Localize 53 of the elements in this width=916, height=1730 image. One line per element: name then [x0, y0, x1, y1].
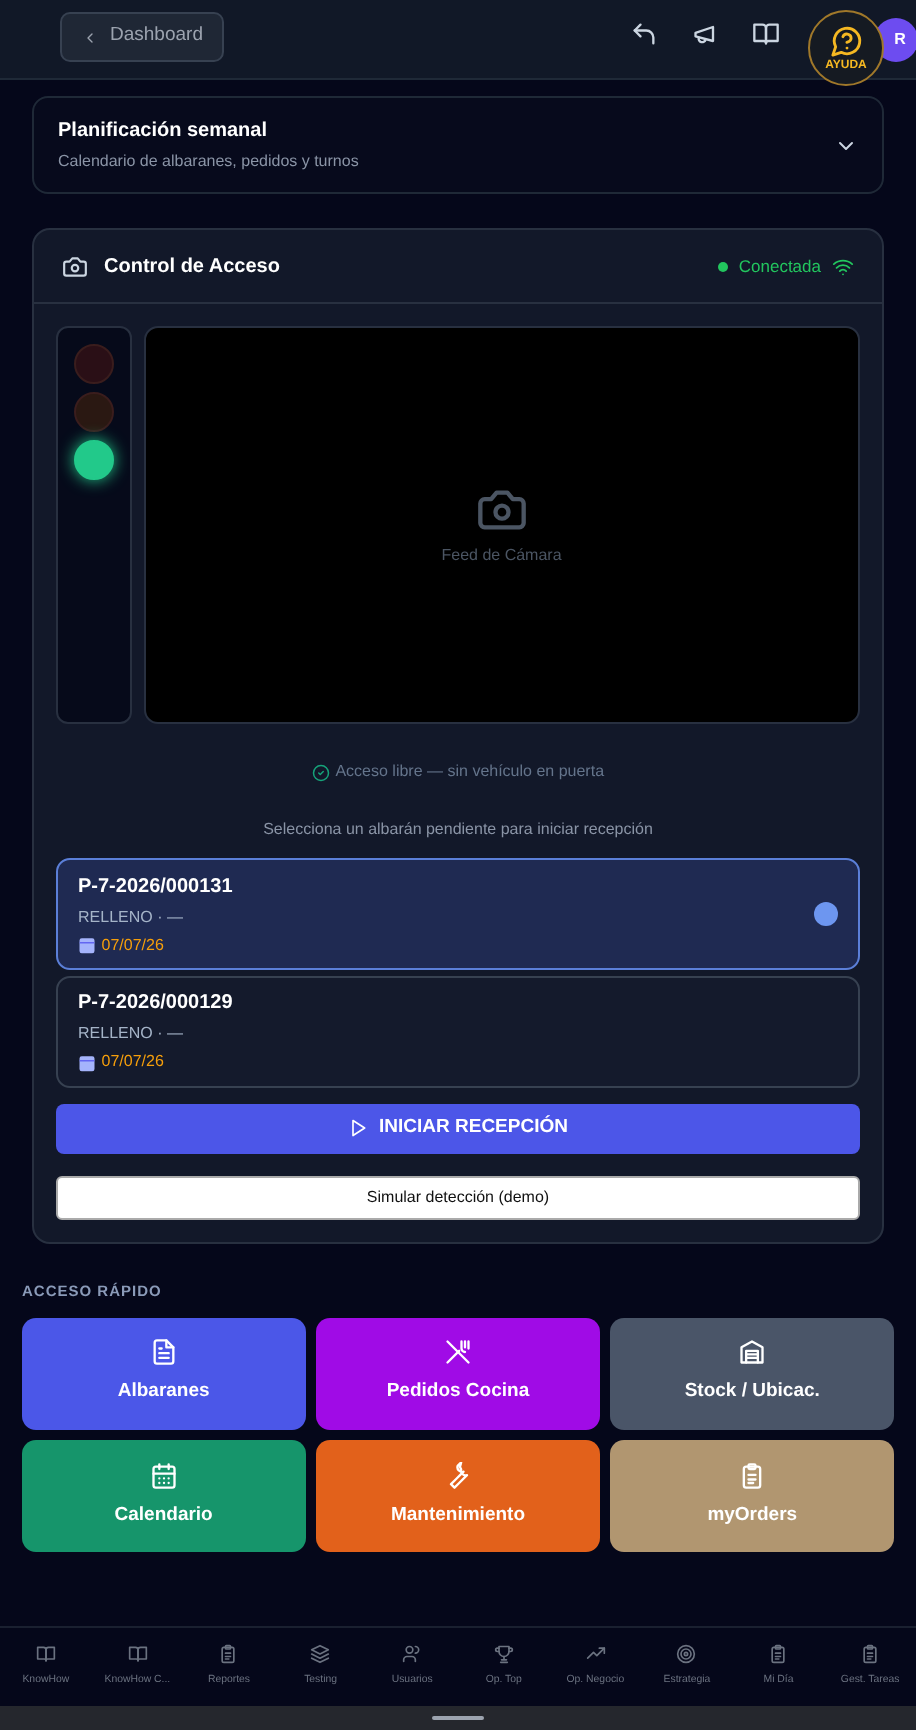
home-handle[interactable] — [432, 1716, 484, 1720]
note-number: P-7-2026/000129 — [78, 990, 235, 1019]
utensils-icon — [443, 1338, 472, 1367]
warehouse-icon — [738, 1338, 767, 1367]
card-title: Control de Acceso — [104, 253, 280, 281]
document-icon — [149, 1338, 178, 1367]
note-detail: RELLENO · — — [78, 1022, 185, 1047]
layers-icon — [310, 1644, 331, 1665]
help-icon — [829, 23, 863, 57]
calendar-icon — [78, 936, 96, 954]
book-icon[interactable] — [752, 20, 780, 48]
simulate-button[interactable]: Simular detección (demo) — [56, 1175, 860, 1220]
users-icon — [402, 1644, 423, 1665]
shortcut-tile[interactable]: Stock / Ubicac. — [610, 1317, 894, 1429]
clipboard-icon — [768, 1644, 789, 1665]
shortcut-tile[interactable]: Calendario — [22, 1440, 306, 1552]
planning-title: Planificación semanal — [58, 118, 269, 146]
chevron-left-icon — [82, 29, 98, 45]
clipboard-icon — [860, 1644, 881, 1665]
planning-card[interactable]: Planificación semanal Calendario de albaranes, pedidos y turnos — [32, 96, 884, 194]
target-icon — [676, 1644, 697, 1665]
calendar-icon — [78, 1053, 96, 1072]
megaphone-icon[interactable] — [691, 20, 719, 48]
status-text: Acceso libre — sin vehículo en puerta — [335, 760, 605, 784]
start-button[interactable]: INICIAR RECEPCIÓN — [56, 1103, 860, 1154]
check-circle-icon — [311, 763, 330, 781]
camera-icon — [62, 253, 88, 279]
book-icon — [35, 1644, 56, 1665]
connection-status: Conectada — [738, 253, 821, 279]
delivery-note-item[interactable]: P-7-2026/000129 RELLENO · — 07/07/26 — [56, 975, 860, 1088]
play-icon — [348, 1118, 368, 1139]
wifi-icon — [832, 255, 854, 277]
prompt-text: Selecciona un albarán pendiente para iniciar recepción — [261, 818, 655, 842]
planning-subtitle: Calendario de albaranes, pedidos y turnos — [58, 150, 361, 174]
clipboard-icon — [738, 1461, 767, 1490]
shortcut-tile[interactable]: myOrders — [610, 1440, 894, 1552]
shortcut-tile[interactable]: Albaranes — [22, 1317, 306, 1429]
delivery-note-item[interactable]: P-7-2026/000131 RELLENO · — 07/07/26 — [56, 858, 860, 970]
calendar-icon — [149, 1461, 178, 1490]
shortcut-tile[interactable]: Mantenimiento — [316, 1440, 600, 1552]
camera-label: Feed de Cámara — [441, 543, 562, 567]
note-number: P-7-2026/000131 — [78, 873, 235, 901]
note-date: 07/07/26 — [101, 1050, 164, 1075]
clipboard-icon — [218, 1644, 239, 1665]
trophy-icon — [493, 1644, 514, 1665]
shortcut-tile[interactable]: Pedidos Cocina — [316, 1317, 600, 1429]
trend-up-icon — [585, 1644, 606, 1665]
status-dot — [717, 261, 728, 271]
note-detail: RELLENO · — — [78, 905, 185, 929]
note-date: 07/07/26 — [101, 933, 164, 957]
book-icon — [127, 1644, 148, 1665]
back-button[interactable]: Dashboard — [60, 12, 225, 62]
selected-dot — [814, 902, 838, 926]
